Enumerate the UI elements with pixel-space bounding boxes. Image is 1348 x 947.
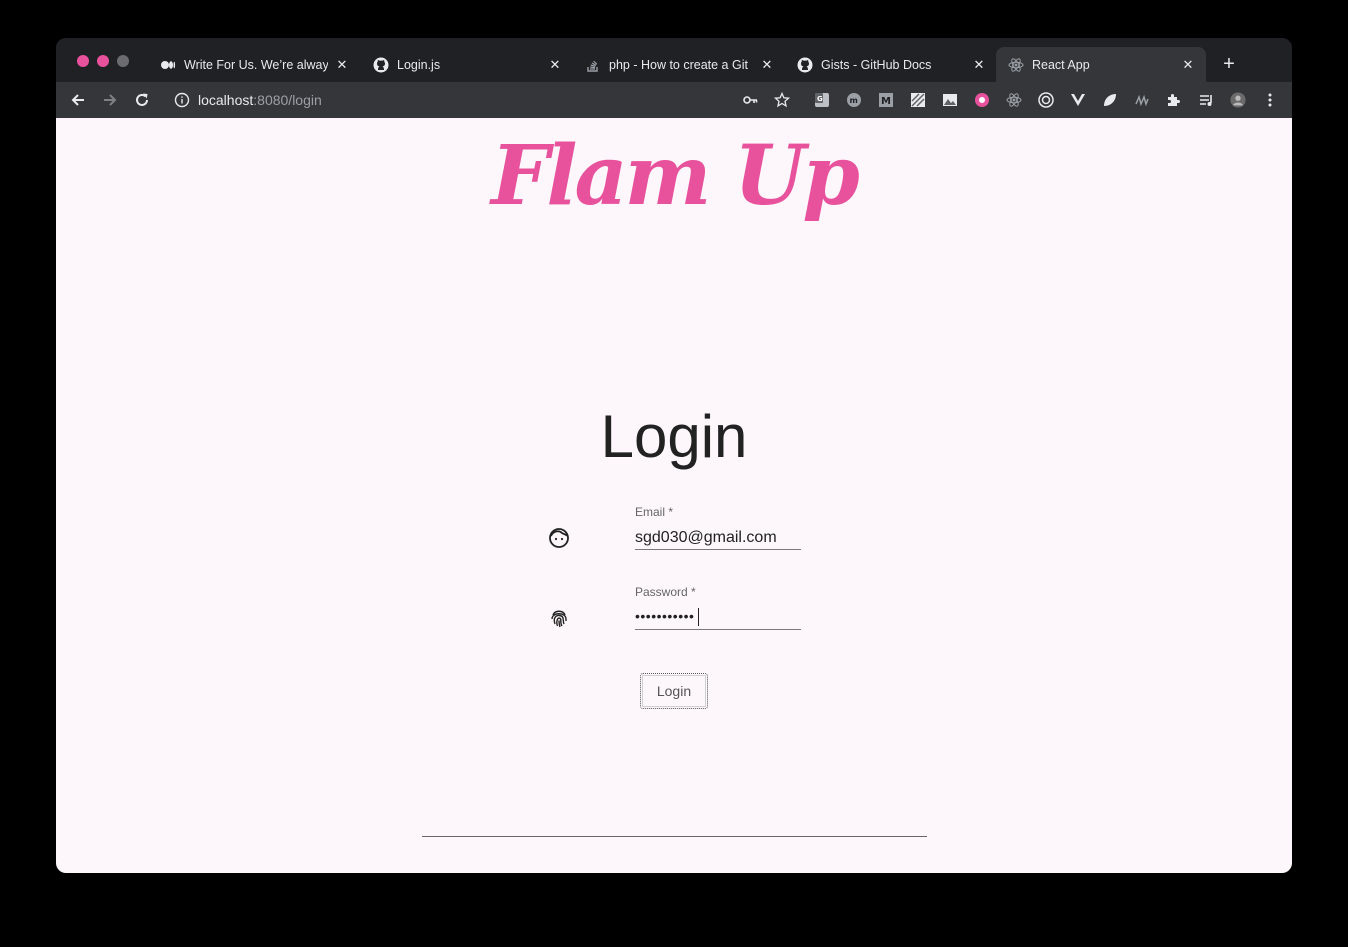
extension-image-icon[interactable] [942, 92, 958, 108]
page-title: Login [600, 403, 748, 470]
extension-m-square-icon[interactable]: M [878, 92, 894, 108]
browser-window: Write For Us. We’re always ✕ Login.js ✕ … [56, 38, 1292, 873]
react-icon [1008, 57, 1024, 73]
extension-leaf-icon[interactable] [1102, 92, 1118, 108]
github-icon [373, 57, 389, 73]
required-mark: * [687, 585, 696, 599]
close-icon[interactable]: ✕ [1180, 57, 1196, 73]
svg-text:m: m [850, 96, 858, 105]
tab-login-js[interactable]: Login.js ✕ [361, 47, 573, 82]
vue-devtools-icon[interactable] [1070, 92, 1086, 108]
svg-text:G: G [817, 95, 823, 103]
medium-icon [160, 57, 176, 73]
page-content: Flam Up Login Email * Password * •••••••… [56, 118, 1292, 873]
email-field[interactable] [635, 526, 801, 550]
required-mark: * [665, 505, 674, 519]
extension-pink-icon[interactable] [974, 92, 990, 108]
window-maximize-button[interactable] [117, 55, 129, 67]
address-bar[interactable]: localhost:8080/login [166, 86, 806, 114]
text-caret [698, 608, 699, 626]
tab-title: Gists - GitHub Docs [821, 57, 932, 72]
url-host: localhost [198, 92, 254, 108]
footer-divider [422, 836, 927, 837]
bookmark-star-icon[interactable] [774, 92, 790, 108]
extension-wave-icon[interactable] [1134, 92, 1150, 108]
close-icon[interactable]: ✕ [547, 57, 563, 73]
key-icon[interactable] [742, 92, 758, 108]
close-icon[interactable]: ✕ [334, 57, 350, 73]
tab-title: php - How to create a Git [609, 57, 748, 72]
info-icon[interactable] [174, 92, 190, 108]
extension-pattern-icon[interactable] [910, 92, 926, 108]
tab-write-for-us[interactable]: Write For Us. We’re always ✕ [148, 47, 360, 82]
email-label: Email * [635, 505, 673, 519]
window-minimize-button[interactable] [97, 55, 109, 67]
reload-icon[interactable] [130, 88, 154, 112]
email-label-text: Email [635, 505, 666, 519]
password-label: Password * [635, 585, 696, 599]
browser-toolbar: localhost:8080/login G m M [56, 82, 1292, 118]
password-label-text: Password [635, 585, 688, 599]
stackoverflow-icon [585, 57, 601, 73]
tab-title: React App [1032, 57, 1090, 72]
close-icon[interactable]: ✕ [759, 57, 775, 73]
new-tab-button[interactable]: + [1216, 52, 1242, 78]
react-devtools-icon[interactable] [1006, 92, 1022, 108]
extensions-puzzle-icon[interactable] [1166, 92, 1182, 108]
tab-php-question[interactable]: php - How to create a Git ✕ [573, 47, 785, 82]
tab-gists-docs[interactable]: Gists - GitHub Docs ✕ [785, 47, 997, 82]
tab-react-app[interactable]: React App ✕ [996, 47, 1206, 82]
extension-target-icon[interactable] [1038, 92, 1054, 108]
url-path: :8080/login [253, 92, 322, 108]
extension-m-circle-icon[interactable]: m [846, 92, 862, 108]
google-translate-icon[interactable]: G [814, 92, 830, 108]
svg-text:M: M [881, 96, 891, 107]
tab-strip: Write For Us. We’re always ✕ Login.js ✕ … [56, 38, 1292, 82]
menu-kebab-icon[interactable] [1262, 92, 1278, 108]
window-close-button[interactable] [77, 55, 89, 67]
github-icon [797, 57, 813, 73]
fingerprint-icon [548, 607, 570, 629]
login-button[interactable]: Login [640, 673, 708, 709]
brand-logo: Flam Up [491, 128, 860, 224]
face-icon [548, 527, 570, 549]
password-mask: ••••••••••• [635, 608, 695, 624]
media-control-icon[interactable] [1198, 92, 1214, 108]
password-field[interactable]: ••••••••••• [635, 606, 801, 630]
back-arrow-icon[interactable] [66, 88, 90, 112]
tab-title: Login.js [397, 57, 441, 72]
tab-title: Write For Us. We’re always [184, 57, 328, 72]
profile-avatar[interactable] [1230, 92, 1246, 108]
forward-arrow-icon[interactable] [98, 88, 122, 112]
close-icon[interactable]: ✕ [971, 57, 987, 73]
